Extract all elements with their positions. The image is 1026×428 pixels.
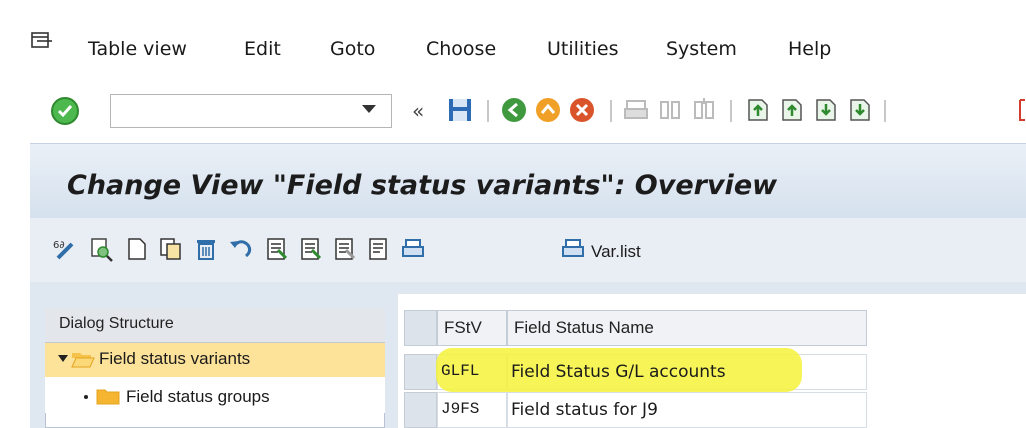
command-dropdown-icon[interactable] <box>362 105 376 113</box>
var-list-print-icon[interactable] <box>560 236 586 262</box>
var-list-button[interactable]: Var.list <box>591 242 641 262</box>
menu-table-view[interactable]: Table view <box>88 38 187 60</box>
table-row[interactable]: Field Status G/L accounts <box>507 354 867 390</box>
page-title: Change View "Field status variants": Ove… <box>67 170 778 201</box>
column-header-field-status-name[interactable]: Field Status Name <box>507 310 867 346</box>
enter-checkmark-icon[interactable] <box>51 97 79 125</box>
back-icon[interactable] <box>500 96 528 124</box>
tree-item-label: Field status groups <box>126 387 270 406</box>
menu-goto[interactable]: Goto <box>330 38 375 60</box>
detail-icon[interactable] <box>366 236 392 262</box>
copy-icon[interactable] <box>158 236 184 262</box>
command-input[interactable] <box>111 95 363 125</box>
print-list-icon[interactable] <box>400 236 426 262</box>
fstv-code: GLFL <box>441 362 480 380</box>
toolbar-separator <box>487 100 489 122</box>
deselect-all-icon[interactable] <box>332 236 358 262</box>
command-field[interactable] <box>110 94 392 128</box>
first-page-icon[interactable] <box>744 96 772 124</box>
menu-system[interactable]: System <box>666 38 737 60</box>
menu-window-icon[interactable] <box>31 32 53 50</box>
row-selector[interactable] <box>404 354 437 390</box>
print-icon[interactable] <box>622 96 650 124</box>
field-status-name: Field Status G/L accounts <box>511 362 726 382</box>
new-entries-icon[interactable] <box>124 236 150 262</box>
toolbar-separator <box>884 100 886 122</box>
menu-help[interactable]: Help <box>788 38 831 60</box>
cancel-icon[interactable] <box>568 96 596 124</box>
toolbar-separator <box>730 100 732 122</box>
open-folder-icon <box>71 353 95 368</box>
toolbar-separator <box>610 100 612 122</box>
collapse-arrows-icon[interactable]: « <box>412 99 440 127</box>
fstv-code: J9FS <box>441 400 480 418</box>
display-change-icon[interactable]: 6∂ <box>52 236 78 262</box>
select-all-rows-corner[interactable] <box>404 310 437 346</box>
tree-item-label: Field status variants <box>99 349 251 368</box>
last-page-icon[interactable] <box>846 96 874 124</box>
folder-icon <box>96 389 120 405</box>
column-header-fstv[interactable]: FStV <box>437 310 507 346</box>
table-row[interactable]: Field status for J9 <box>507 392 867 428</box>
row-selector[interactable] <box>404 392 437 428</box>
next-page-icon[interactable] <box>812 96 840 124</box>
previous-page-icon[interactable] <box>778 96 806 124</box>
delete-icon[interactable] <box>193 236 219 262</box>
menu-choose[interactable]: Choose <box>426 38 496 60</box>
exit-icon[interactable] <box>534 96 562 124</box>
undo-icon[interactable] <box>228 236 254 262</box>
expand-triangle-icon[interactable] <box>58 355 68 362</box>
select-block-icon[interactable] <box>298 236 324 262</box>
dialog-structure-title: Dialog Structure <box>59 315 174 332</box>
display-search-icon[interactable] <box>88 236 114 262</box>
menu-edit[interactable]: Edit <box>244 38 281 60</box>
table-row[interactable]: J9FS <box>437 392 507 428</box>
find-next-icon[interactable] <box>690 96 718 124</box>
dialog-structure-header: Dialog Structure <box>45 308 385 343</box>
panel-splitter[interactable] <box>388 282 398 428</box>
find-icon[interactable] <box>656 96 684 124</box>
svg-text:6∂: 6∂ <box>53 240 65 251</box>
menu-utilities[interactable]: Utilities <box>547 38 619 60</box>
new-session-icon[interactable] <box>1016 96 1026 124</box>
table-row[interactable]: GLFL <box>437 354 507 390</box>
field-status-name: Field status for J9 <box>511 400 658 420</box>
select-all-icon[interactable] <box>264 236 290 262</box>
column-header-label: Field Status Name <box>514 318 654 337</box>
tree-bullet-icon <box>84 395 88 399</box>
save-icon[interactable] <box>446 96 474 124</box>
column-header-label: FStV <box>444 318 482 337</box>
